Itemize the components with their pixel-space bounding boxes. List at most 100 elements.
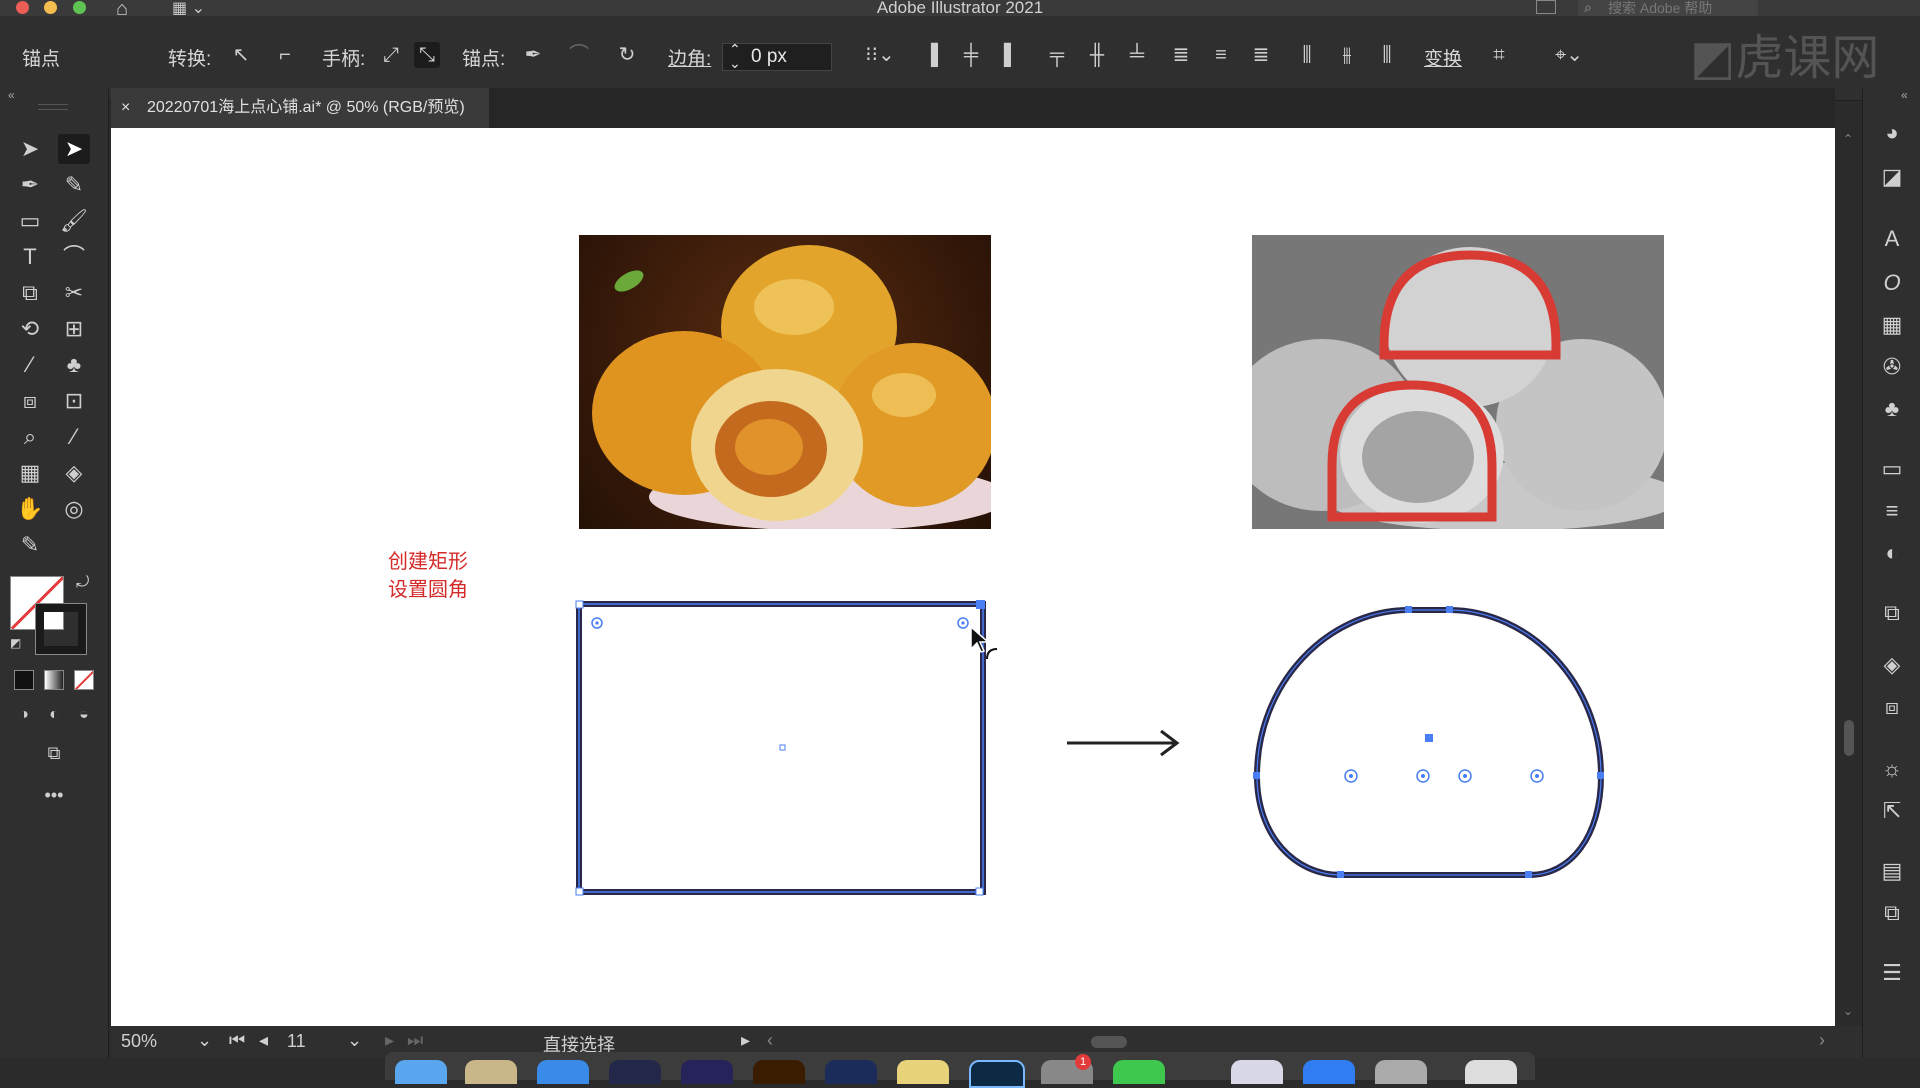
stroke-swatch[interactable] — [35, 603, 87, 655]
brushes-panel-icon[interactable]: ✇ — [1877, 352, 1907, 382]
align-bottom-icon[interactable]: ╧ — [1124, 42, 1150, 68]
premiere-dock-icon[interactable] — [681, 1060, 733, 1084]
zoom-level[interactable]: 50% — [121, 1031, 157, 1052]
expand-panels-icon[interactable]: « — [1901, 88, 1908, 102]
opentype-panel-icon[interactable]: O — [1877, 268, 1907, 298]
type-tool-icon[interactable]: T — [14, 242, 46, 272]
appearance-panel-icon[interactable]: ☼ — [1877, 754, 1907, 784]
finder-dock-icon[interactable] — [395, 1060, 447, 1084]
scissors-tool-icon[interactable]: ✂ — [58, 278, 90, 308]
more-tools-icon[interactable]: ••• — [38, 780, 70, 810]
artboard-canvas[interactable]: 创建矩形 设置圆角 — [111, 128, 1835, 1026]
gradient-icon[interactable]: ▭ — [1877, 454, 1907, 484]
scale-tool-icon[interactable]: ⧉ — [14, 278, 46, 308]
dimension-dock-icon[interactable] — [825, 1060, 877, 1084]
previous-artboard-icon[interactable]: ◂ — [259, 1030, 268, 1051]
free-transform-tool-icon[interactable]: ⟲ — [14, 314, 46, 344]
hscroll-right-icon[interactable]: › — [1819, 1030, 1825, 1051]
zoom-dropdown-icon[interactable]: ⌄ — [197, 1030, 212, 1051]
align-right-icon[interactable]: ▌ — [998, 42, 1024, 68]
messages-dock-icon[interactable] — [1113, 1060, 1165, 1084]
scroll-thumb[interactable] — [1844, 720, 1854, 756]
artboards-panel-icon[interactable]: ⧈ — [1877, 692, 1907, 722]
edit-toolbar-icon[interactable]: ✎ — [14, 530, 46, 560]
document-tab[interactable]: × 20220701海上点心铺.ai* @ 50% (RGB/预览) — [111, 88, 489, 128]
notes-dock-icon[interactable] — [897, 1060, 949, 1084]
pathfinder-panel-icon[interactable]: ⧉ — [1877, 898, 1907, 928]
remove-anchor-icon[interactable]: ✒ — [520, 42, 546, 68]
swatches-panel-icon[interactable]: ▦ — [1877, 310, 1907, 340]
launchpad-dock-icon[interactable] — [465, 1060, 517, 1084]
show-handles-icon[interactable]: ⤢ — [378, 42, 404, 68]
hand-tool-icon[interactable]: ✋ — [14, 494, 46, 524]
curvature-tool-icon[interactable]: ✎ — [58, 170, 90, 200]
transform-button[interactable]: 变换 — [1424, 44, 1462, 71]
convert-to-smooth-icon[interactable]: ⌐ — [272, 42, 298, 68]
draw-inside-icon[interactable]: ◒ — [68, 700, 100, 730]
paintbrush-tool-icon[interactable]: 🖌 — [58, 206, 90, 236]
recolor-icon[interactable]: ⌖⌄ — [1544, 42, 1594, 68]
vertical-scrollbar[interactable]: ⌃ ⌄ — [1835, 128, 1862, 1026]
files-dock-icon[interactable] — [1303, 1060, 1355, 1084]
align-to-selection-icon[interactable]: ⁝⁝⌄ — [860, 42, 900, 68]
photoshop-dock-icon[interactable] — [969, 1060, 1025, 1088]
artboard-dropdown-icon[interactable]: ⌄ — [347, 1030, 362, 1051]
properties-panel-icon[interactable]: ☰ — [1877, 958, 1907, 988]
zoom-tool-icon[interactable]: ⌕ — [14, 422, 46, 452]
color-guide-icon[interactable]: ◕ — [1877, 118, 1907, 148]
rounded-shape[interactable] — [1239, 598, 1679, 908]
stepper-icon[interactable]: ⌃ ⌄ — [729, 42, 741, 70]
stroke-panel-icon[interactable]: ≡ — [1877, 496, 1907, 526]
selected-rectangle[interactable] — [573, 598, 993, 908]
asset-export-icon[interactable]: ⧉ — [1877, 598, 1907, 628]
none-mode-icon[interactable] — [74, 670, 94, 690]
symbols-panel-icon[interactable]: ♣ — [1877, 394, 1907, 424]
artboard-number[interactable]: 11 — [287, 1031, 306, 1052]
symbol-sprayer-tool-icon[interactable]: ◎ — [58, 494, 90, 524]
scroll-up-icon[interactable]: ⌃ — [1843, 132, 1853, 146]
blend-tool-icon[interactable]: ♣ — [58, 350, 90, 380]
pen-tool-icon[interactable]: ✒ — [14, 170, 46, 200]
slice-tool-icon[interactable]: ◈ — [58, 458, 90, 488]
convert-to-corner-icon[interactable]: ↖ — [228, 42, 254, 68]
safari-dock-icon[interactable] — [537, 1060, 589, 1084]
draw-normal-icon[interactable]: ◑ — [8, 700, 40, 730]
color-mode-icon[interactable] — [14, 670, 34, 690]
layers-panel-icon[interactable]: ◈ — [1877, 650, 1907, 680]
corner-radius-input[interactable]: ⌃ ⌄ 0 px — [722, 42, 832, 71]
graph-tool-icon[interactable]: ▦ — [14, 458, 46, 488]
direct-selection-tool-icon[interactable]: ➤ — [58, 134, 90, 164]
align-left-icon[interactable]: ▐ — [918, 42, 944, 68]
measure-tool-icon[interactable]: ⁄ — [58, 422, 90, 452]
draw-behind-icon[interactable]: ◐ — [38, 700, 70, 730]
arrange-documents-icon[interactable] — [1536, 0, 1556, 14]
align-panel-icon[interactable]: ▤ — [1877, 856, 1907, 886]
selection-tool-icon[interactable]: ➤ — [14, 134, 46, 164]
swap-colors-icon[interactable]: ⤾ — [76, 574, 89, 592]
align-hcenter-icon[interactable]: ╪ — [958, 42, 984, 68]
distribute-left-icon[interactable]: ⫼ — [1294, 42, 1320, 68]
perspective-grid-tool-icon[interactable]: ⊞ — [58, 314, 90, 344]
cut-path-icon[interactable]: ↻ — [614, 42, 640, 68]
hscroll-left-icon[interactable]: ‹ — [767, 1030, 773, 1051]
artboard-tool-icon[interactable]: ⊡ — [58, 386, 90, 416]
align-top-icon[interactable]: ╤ — [1044, 42, 1070, 68]
first-artboard-icon[interactable]: ⏮ — [229, 1030, 245, 1051]
chrome-dock-icon[interactable]: 1 — [1041, 1054, 1093, 1084]
rectangle-tool-icon[interactable]: ▭ — [14, 206, 46, 236]
preview-dock-icon[interactable] — [1231, 1060, 1283, 1084]
transparency-panel-icon[interactable]: ◐ — [1877, 538, 1907, 568]
export-panel-icon[interactable]: ⇱ — [1877, 796, 1907, 826]
close-tab-icon[interactable]: × — [121, 88, 130, 128]
trash-dock-icon[interactable] — [1465, 1060, 1517, 1084]
horizontal-scroll-thumb[interactable] — [1091, 1036, 1127, 1048]
screenshot-dock-icon[interactable] — [1375, 1060, 1427, 1084]
distribute-vcenter-icon[interactable]: ≡ — [1208, 42, 1234, 68]
screen-mode-icon[interactable]: ⧉ — [38, 738, 70, 768]
connect-anchor-icon[interactable]: ⌒ — [566, 42, 592, 68]
isolate-icon[interactable]: ⌗ — [1486, 42, 1512, 68]
collapse-panel-icon[interactable]: « — [8, 88, 15, 102]
hide-handles-icon[interactable]: ⤡ — [414, 42, 440, 68]
gradient-mode-icon[interactable] — [44, 670, 64, 690]
next-artboard-icon[interactable]: ▸ — [385, 1030, 394, 1051]
